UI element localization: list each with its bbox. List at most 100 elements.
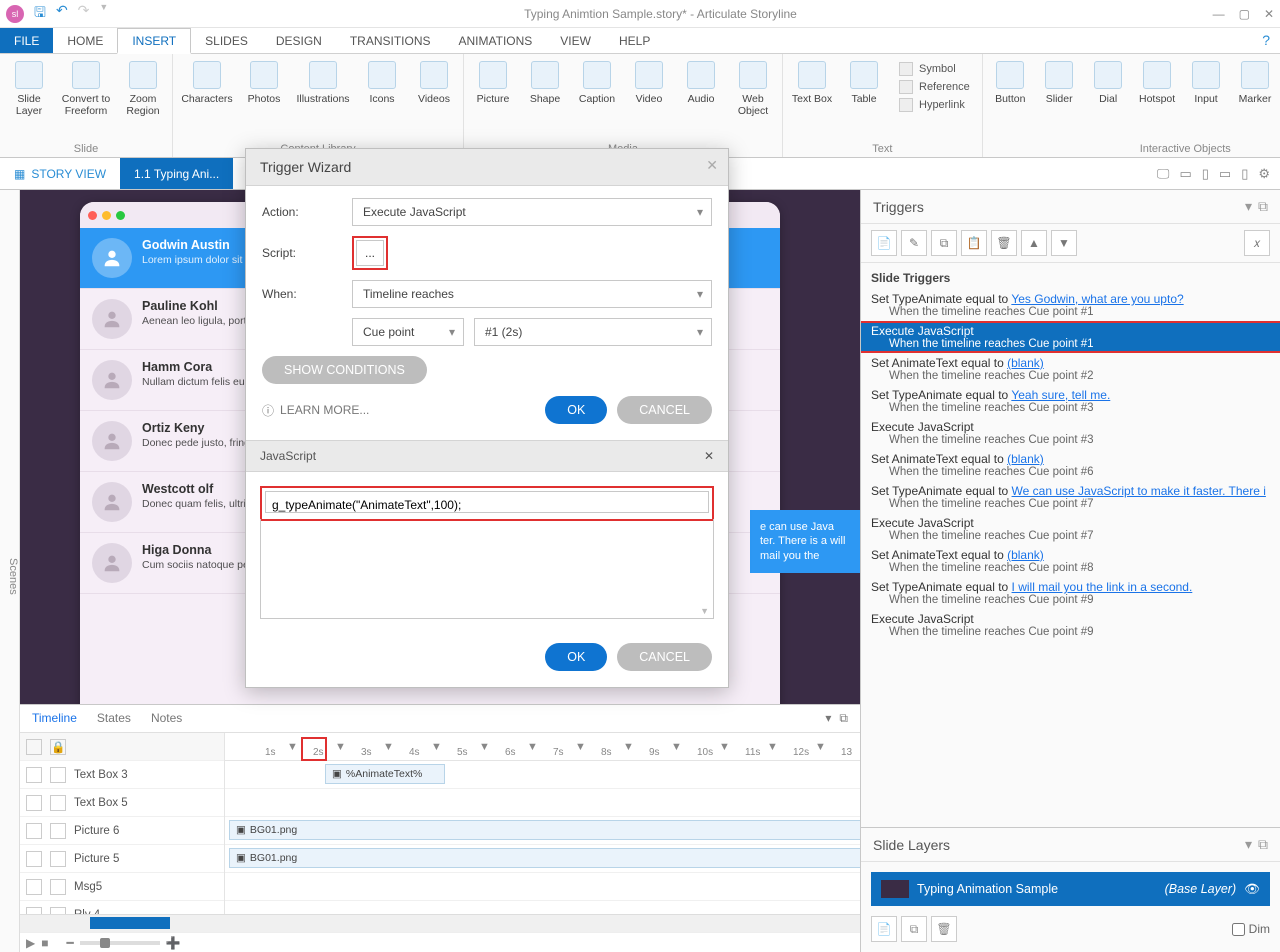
btn-caption[interactable]: Caption (574, 58, 620, 105)
timeline-track[interactable]: ▣BG01.png (225, 845, 860, 873)
btn-icons[interactable]: Icons (359, 58, 405, 105)
timeline-clip[interactable]: ▣%AnimateText% (325, 764, 445, 784)
btn-input[interactable]: Input (1185, 58, 1228, 105)
eye-icon[interactable]: 👁 (1244, 882, 1260, 897)
save-icon[interactable]: 🖫 (34, 2, 46, 26)
lock-icon[interactable] (50, 767, 66, 783)
tab-slides[interactable]: SLIDES (191, 28, 262, 53)
wizard-ok-button[interactable]: OK (545, 396, 607, 424)
wizard-cancel-button[interactable]: CANCEL (617, 396, 712, 424)
trigger-item[interactable]: Set AnimateText equal to (blank)When the… (861, 545, 1280, 577)
btn-illustrations[interactable]: Illustrations (293, 58, 353, 105)
timeline-clip[interactable]: ▣BG01.png (229, 848, 860, 868)
timeline-row[interactable]: Text Box 5 (20, 789, 224, 817)
btn-picture[interactable]: Picture (470, 58, 516, 105)
btn-audio[interactable]: Audio (678, 58, 724, 105)
tab-help[interactable]: HELP (605, 28, 664, 53)
js-textarea[interactable] (265, 491, 709, 513)
js-ok-button[interactable]: OK (545, 643, 607, 671)
btn-videos[interactable]: Videos (411, 58, 457, 105)
trigger-link[interactable]: Yeah sure, tell me. (1011, 388, 1110, 402)
timeline-scrollbar[interactable] (20, 914, 860, 932)
help-icon[interactable]: ? (1252, 28, 1280, 53)
btn-text-box[interactable]: Text Box (789, 58, 835, 105)
dim-checkbox[interactable] (1232, 923, 1245, 936)
maximize-icon[interactable]: ▢ (1239, 7, 1250, 21)
copy-trigger-icon[interactable]: ⧉ (931, 230, 957, 256)
settings-gear-icon[interactable]: ⚙ (1258, 166, 1270, 182)
btn-convert-freeform[interactable]: Convert to Freeform (58, 58, 114, 117)
delete-trigger-icon[interactable]: 🗑 (991, 230, 1017, 256)
trigger-item[interactable]: Set AnimateText equal to (blank)When the… (861, 353, 1280, 385)
desktop-view-icon[interactable]: 🖵 (1157, 166, 1170, 182)
zoom-out-icon[interactable]: ━ (66, 936, 73, 950)
js-cancel-button[interactable]: CANCEL (617, 643, 712, 671)
cue-marker-icon[interactable]: ▼ (527, 741, 538, 753)
close-icon[interactable]: ✕ (1264, 7, 1274, 21)
triggers-menu-icon[interactable]: ▾ (1245, 198, 1252, 215)
cue-marker-icon[interactable]: ▼ (383, 741, 394, 753)
btn-zoom-region[interactable]: Zoom Region (120, 58, 166, 117)
trigger-list[interactable]: Slide Triggers Set TypeAnimate equal to … (861, 263, 1280, 827)
new-trigger-icon[interactable]: 📄 (871, 230, 897, 256)
cue-marker-icon[interactable]: ▼ (719, 741, 730, 753)
move-up-icon[interactable]: ▲ (1021, 230, 1047, 256)
story-view-tab[interactable]: ▦STORY VIEW (0, 167, 120, 181)
eye-icon[interactable] (26, 851, 42, 867)
btn-dial[interactable]: Dial (1087, 58, 1130, 105)
btn-reference[interactable]: Reference (899, 80, 970, 94)
phone-view-icon[interactable]: ▯ (1241, 166, 1248, 182)
btn-marker[interactable]: Marker (1234, 58, 1277, 105)
timeline-row[interactable]: Picture 5 (20, 845, 224, 873)
script-button[interactable]: ... (356, 240, 384, 266)
stop-icon[interactable]: ■ (41, 936, 48, 950)
btn-hotspot[interactable]: Hotspot (1136, 58, 1179, 105)
js-textarea-rest[interactable] (260, 519, 714, 619)
tab-insert[interactable]: INSERT (117, 28, 191, 54)
qat-dropdown-icon[interactable]: ▼ (99, 2, 108, 26)
trigger-link[interactable]: (blank) (1007, 548, 1044, 562)
cue-type-select[interactable]: Cue point▾ (352, 318, 464, 346)
undo-icon[interactable]: ↶ (56, 2, 68, 26)
redo-icon[interactable]: ↷ (78, 2, 90, 26)
tab-notes[interactable]: Notes (151, 711, 182, 726)
eye-icon[interactable] (26, 823, 42, 839)
tl-popout-icon[interactable]: ⧉ (839, 711, 848, 726)
variables-icon[interactable]: 𝑥 (1244, 230, 1270, 256)
scenes-tab[interactable]: Scenes (0, 190, 20, 952)
lock-icon[interactable] (50, 823, 66, 839)
btn-hyperlink[interactable]: Hyperlink (899, 98, 970, 112)
tab-design[interactable]: DESIGN (262, 28, 336, 53)
eye-icon[interactable] (26, 767, 42, 783)
cue-marker-icon[interactable]: ▼ (431, 741, 442, 753)
eye-icon[interactable] (26, 879, 42, 895)
tab-animations[interactable]: ANIMATIONS (445, 28, 547, 53)
trigger-link[interactable]: Yes Godwin, what are you upto? (1011, 292, 1183, 306)
lock-icon[interactable] (50, 851, 66, 867)
move-down-icon[interactable]: ▼ (1051, 230, 1077, 256)
layers-popout-icon[interactable]: ⧉ (1258, 836, 1268, 853)
cue-marker-icon[interactable]: ▼ (479, 741, 490, 753)
tablet-portrait-icon[interactable]: ▯ (1202, 166, 1209, 182)
wizard-close-icon[interactable]: ✕ (706, 157, 718, 174)
triggers-popout-icon[interactable]: ⧉ (1258, 198, 1268, 215)
trigger-item[interactable]: Execute JavaScriptWhen the timeline reac… (861, 417, 1280, 449)
cue-marker-icon[interactable]: ▼ (671, 741, 682, 753)
btn-button[interactable]: Button (989, 58, 1032, 105)
timeline-track[interactable] (225, 901, 860, 914)
btn-symbol[interactable]: Symbol (899, 62, 970, 76)
btn-photos[interactable]: Photos (241, 58, 287, 105)
lock-icon[interactable] (50, 795, 66, 811)
cue-value-select[interactable]: #1 (2s)▾ (474, 318, 712, 346)
add-layer-icon[interactable]: 📄 (871, 916, 897, 942)
eye-icon[interactable] (26, 907, 42, 915)
timeline-row[interactable]: Msg5 (20, 873, 224, 901)
zoom-in-icon[interactable]: ➕ (166, 936, 181, 950)
action-select[interactable]: Execute JavaScript▾ (352, 198, 712, 226)
dup-layer-icon[interactable]: ⧉ (901, 916, 927, 942)
slide-tab[interactable]: 1.1 Typing Ani... (120, 158, 233, 189)
trigger-item[interactable]: Set AnimateText equal to (blank)When the… (861, 449, 1280, 481)
timeline-track[interactable]: ▣BG01.png (225, 817, 860, 845)
minimize-icon[interactable]: — (1213, 7, 1225, 21)
cue-marker-icon[interactable]: ▼ (575, 741, 586, 753)
